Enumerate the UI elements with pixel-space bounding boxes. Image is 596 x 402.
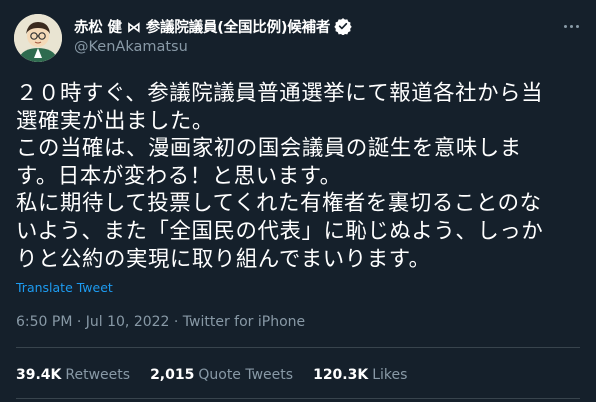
tweet-text-line: 選確実が出ました。 [16, 108, 214, 134]
display-name[interactable]: 赤松 健 ⋈ 参議院議員(全国比例)候補者 [74, 16, 330, 37]
retweets-label: Retweets [65, 367, 131, 383]
avatar-illustration [14, 14, 62, 62]
tweet-header: 赤松 健 ⋈ 参議院議員(全国比例)候補者 @KenAkamatsu [14, 14, 352, 62]
tweet-text: ２０時すぐ、参議院議員普通選挙にて報道各社から当 選確実が出ました。 この当確は… [16, 80, 584, 273]
author-names: 赤松 健 ⋈ 参議院議員(全国比例)候補者 @KenAkamatsu [74, 16, 352, 55]
divider [16, 398, 580, 399]
avatar[interactable] [14, 14, 62, 62]
tweet-text-line: いよう、また「全国民の代表」に恥じぬよう、しっか [16, 218, 544, 244]
likes-count: 120.3K [313, 367, 369, 383]
retweets-stat[interactable]: 39.4K Retweets [16, 367, 130, 383]
tweet: 赤松 健 ⋈ 参議院議員(全国比例)候補者 @KenAkamatsu ２０時すぐ… [0, 0, 596, 402]
display-name-row: 赤松 健 ⋈ 参議院議員(全国比例)候補者 [74, 16, 352, 36]
quote-tweets-count: 2,015 [150, 367, 195, 383]
tweet-text-line: ２０時すぐ、参議院議員普通選挙にて報道各社から当 [16, 81, 544, 106]
translate-tweet-link[interactable]: Translate Tweet [16, 280, 113, 295]
tweet-text-line: す。日本が変わる！と思います。 [16, 163, 342, 189]
tweet-text-line: この当確は、漫画家初の国会議員の誕生を意味しま [16, 136, 522, 162]
more-options-icon[interactable] [560, 18, 582, 34]
tweet-stats: 39.4K Retweets 2,015 Quote Tweets 120.3K Li… [16, 367, 427, 383]
quote-tweets-stat[interactable]: 2,015 Quote Tweets [150, 367, 293, 383]
tweet-text-line: りと公約の実現に取り組んでまいります。 [16, 246, 431, 272]
quote-tweets-label: Quote Tweets [198, 367, 294, 383]
retweets-count: 39.4K [16, 367, 62, 383]
likes-stat[interactable]: 120.3K Likes [313, 367, 407, 383]
tweet-timestamp[interactable]: 6:50 PM · Jul 10, 2022 · Twitter for iPh… [16, 314, 305, 330]
tweet-text-line: 私に期待して投票してくれた有権者を裏切ることのな [16, 191, 542, 217]
handle[interactable]: @KenAkamatsu [74, 39, 352, 55]
likes-label: Likes [372, 367, 408, 383]
verified-badge-icon [334, 17, 352, 35]
divider [16, 347, 580, 348]
